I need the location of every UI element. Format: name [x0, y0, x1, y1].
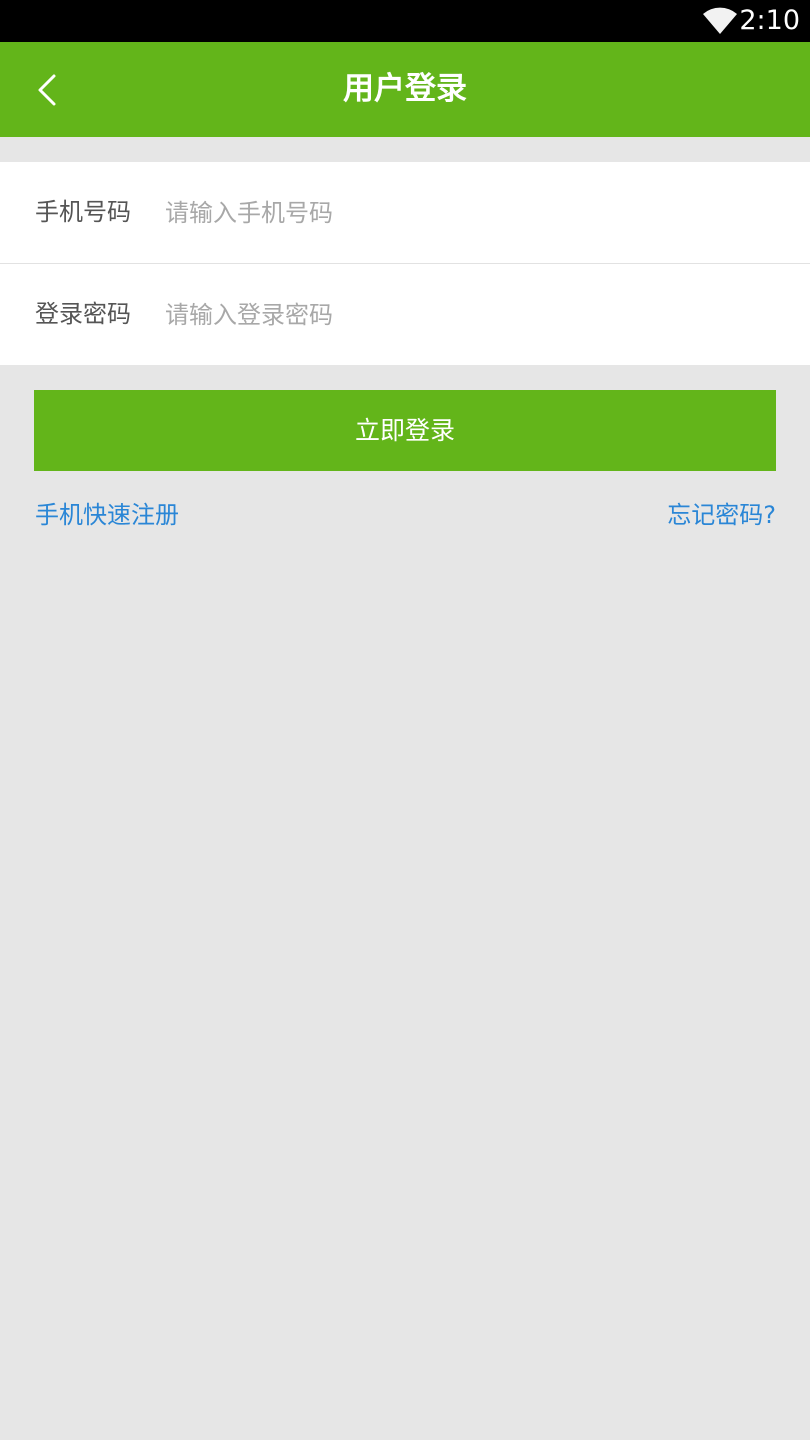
app-header: 用户登录	[0, 42, 810, 137]
login-button[interactable]: 立即登录	[34, 390, 776, 471]
forgot-password-link[interactable]: 忘记密码?	[667, 495, 776, 535]
phone-row: 手机号码	[0, 162, 810, 264]
phone-input[interactable]	[165, 188, 765, 238]
password-label: 登录密码	[35, 300, 131, 328]
page-title: 用户登录	[343, 71, 467, 107]
status-bar: 2:10	[0, 0, 810, 42]
password-row: 登录密码	[0, 264, 810, 365]
register-link[interactable]: 手机快速注册	[35, 495, 179, 535]
status-time: 2:10	[739, 5, 800, 36]
phone-label: 手机号码	[35, 198, 131, 226]
password-input[interactable]	[165, 290, 765, 340]
wifi-icon	[703, 7, 737, 35]
login-form: 手机号码 登录密码	[0, 162, 810, 365]
